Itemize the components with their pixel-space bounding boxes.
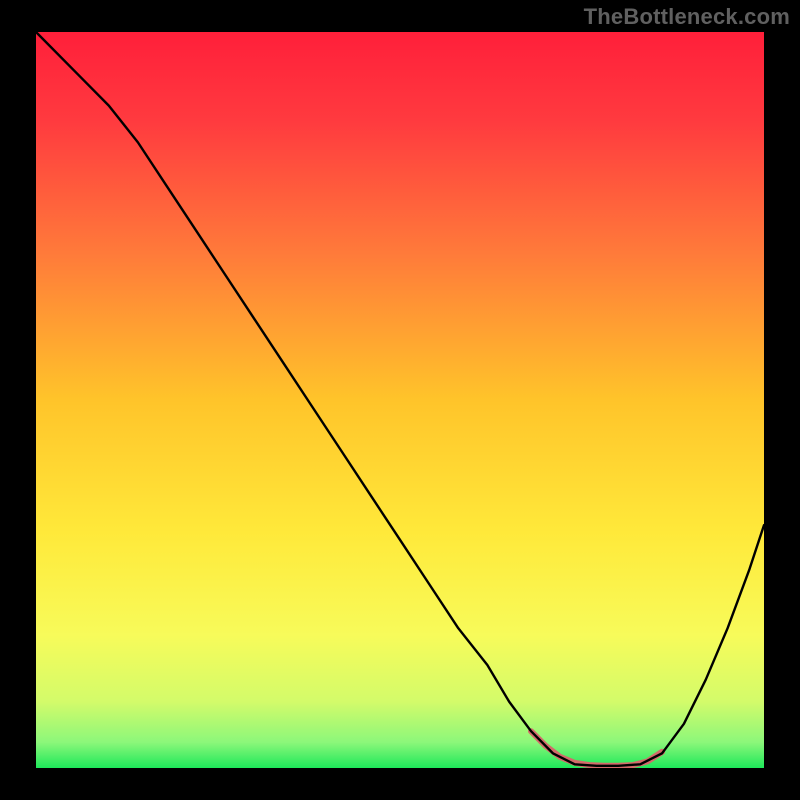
chart-container: TheBottleneck.com (0, 0, 800, 800)
watermark-text: TheBottleneck.com (584, 4, 790, 30)
gradient-background (36, 32, 764, 768)
plot-area (36, 32, 764, 768)
chart-svg (36, 32, 764, 768)
